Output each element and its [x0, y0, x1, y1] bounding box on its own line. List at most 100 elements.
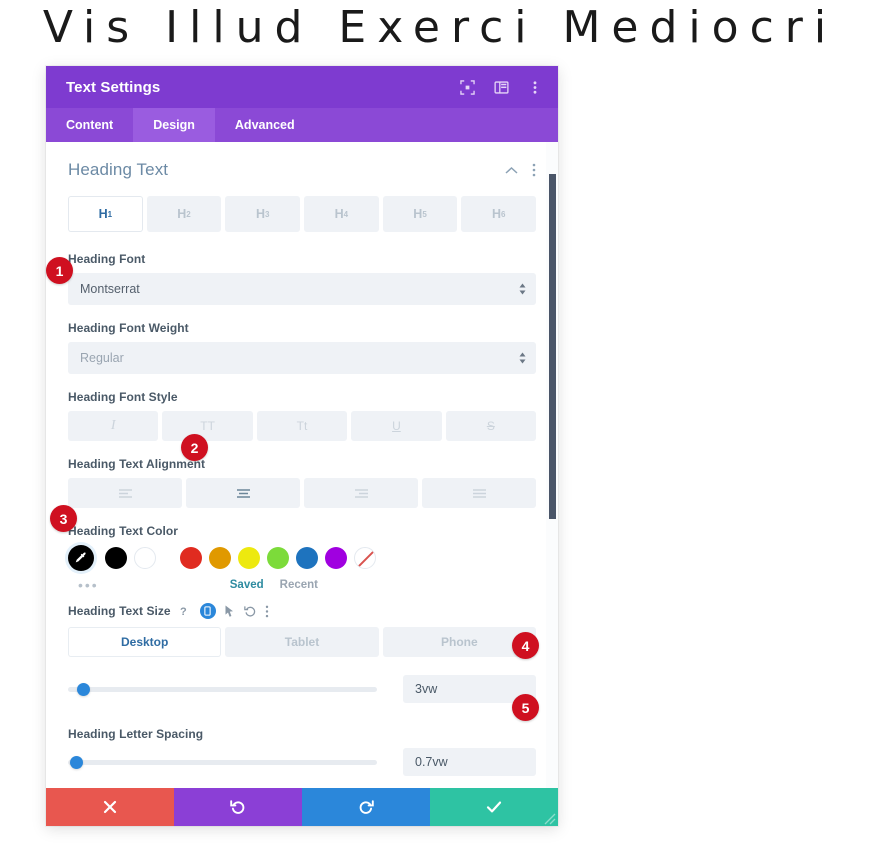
heading-level-h4-label: H: [334, 207, 344, 221]
heading-level-h1-label: H: [98, 207, 108, 221]
heading-level-h4[interactable]: H4: [304, 196, 379, 232]
device-tab-tablet[interactable]: Tablet: [225, 627, 379, 657]
modal-tabs: Content Design Advanced: [46, 108, 558, 142]
heading-level-h1-sub: 1: [107, 209, 113, 219]
color-meta-row: ••• Saved Recent: [68, 577, 536, 593]
tab-design[interactable]: Design: [133, 108, 215, 142]
text-settings-modal: Text Settings Content Design Advanced He…: [46, 66, 558, 826]
heading-letter-spacing-slider[interactable]: [68, 753, 377, 771]
more-colors-icon[interactable]: •••: [78, 578, 99, 592]
step-badge-2: 2: [181, 434, 208, 461]
heading-level-h2[interactable]: H2: [146, 196, 222, 232]
scrollbar-thumb[interactable]: [549, 174, 556, 519]
section-actions: [505, 163, 536, 177]
align-left-button[interactable]: [68, 478, 182, 508]
align-right-button[interactable]: [304, 478, 418, 508]
step-badge-4: 4: [512, 632, 539, 659]
heading-level-h2-sub: 2: [186, 209, 191, 219]
heading-font-weight-label: Heading Font Weight: [68, 321, 189, 335]
heading-level-h2-label: H: [177, 207, 187, 221]
heading-text-size-control: 3vw: [68, 675, 536, 703]
section-more-options-icon[interactable]: [532, 163, 536, 177]
align-center-icon: [236, 488, 251, 499]
heading-level-h5[interactable]: H5: [382, 196, 458, 232]
align-justify-button[interactable]: [422, 478, 536, 508]
slider-knob[interactable]: [77, 682, 91, 696]
swatch-green[interactable]: [267, 547, 289, 569]
swatch-yellow[interactable]: [238, 547, 260, 569]
heading-text-size-label: Heading Text Size: [68, 604, 171, 618]
align-left-icon: [118, 488, 133, 499]
uppercase-icon: TT: [200, 419, 215, 433]
resize-handle[interactable]: [540, 809, 556, 825]
select-caret-icon: [519, 283, 526, 295]
reset-icon[interactable]: [243, 605, 256, 617]
font-style-uppercase-button[interactable]: TT: [162, 411, 253, 441]
heading-level-h6[interactable]: H6: [461, 196, 537, 232]
align-center-button[interactable]: [186, 478, 300, 508]
field-heading-letter-spacing: Heading Letter Spacing 0.7vw: [68, 727, 536, 776]
device-tabs: Desktop Tablet Phone: [68, 627, 536, 657]
heading-level-h5-label: H: [413, 207, 423, 221]
more-options-icon[interactable]: [526, 78, 544, 96]
font-style-strikethrough-button[interactable]: S: [445, 411, 537, 441]
heading-level-h3[interactable]: H3: [225, 196, 301, 232]
step-badge-1: 1: [46, 257, 73, 284]
color-swatch-row: [68, 545, 536, 571]
font-style-italic-button[interactable]: I: [68, 411, 159, 441]
responsive-icon[interactable]: [199, 603, 216, 619]
align-justify-icon: [472, 488, 487, 499]
heading-font-select[interactable]: Montserrat: [68, 273, 536, 305]
heading-level-group: H1 H2 H3 H4 H5 H6: [68, 196, 537, 232]
heading-text-size-slider[interactable]: [68, 680, 377, 698]
eyedropper-swatch[interactable]: [68, 545, 94, 571]
recent-colors-link[interactable]: Recent: [280, 579, 318, 591]
heading-level-h1[interactable]: H1: [68, 196, 143, 232]
expand-icon[interactable]: [458, 78, 476, 96]
field-heading-font-weight: Heading Font Weight Regular: [68, 321, 536, 374]
cancel-button[interactable]: [46, 788, 174, 826]
saved-colors-link[interactable]: Saved: [230, 579, 264, 591]
font-style-underline-button[interactable]: U: [351, 411, 442, 441]
step-badge-3: 3: [50, 505, 77, 532]
strikethrough-icon: S: [486, 419, 495, 433]
heading-text-alignment-options: [68, 478, 536, 508]
heading-level-h4-sub: 4: [343, 209, 349, 219]
swatch-none[interactable]: [354, 547, 376, 569]
hover-cursor-icon[interactable]: [225, 605, 235, 617]
swatch-black[interactable]: [105, 547, 127, 569]
slider-rail: [68, 686, 377, 692]
slider-knob[interactable]: [69, 755, 83, 769]
swatch-white[interactable]: [134, 547, 156, 569]
field-heading-font-style: Heading Font Style I TT Tt U S: [68, 390, 537, 441]
heading-font-weight-value: Regular: [80, 351, 124, 365]
modal-footer: [46, 788, 558, 826]
heading-letter-spacing-input[interactable]: 0.7vw: [403, 748, 536, 776]
select-caret-icon: [519, 352, 526, 364]
font-style-capitalize-button[interactable]: Tt: [256, 411, 348, 441]
heading-font-weight-select[interactable]: Regular: [68, 342, 536, 374]
page-root: Vis Illud Exerci Mediocri Text Settings: [0, 0, 880, 864]
heading-text-alignment-label: Heading Text Alignment: [68, 457, 206, 471]
modal-header-icons: [458, 78, 544, 96]
modal-header: Text Settings: [46, 66, 558, 108]
field-heading-text-color: Heading Text Color ••• Saved Recent: [68, 524, 536, 593]
settings-scrollbar[interactable]: [546, 142, 558, 788]
save-button[interactable]: [430, 788, 558, 826]
chevron-up-icon[interactable]: [505, 166, 518, 175]
device-tab-desktop[interactable]: Desktop: [68, 627, 222, 657]
swatch-orange[interactable]: [209, 547, 231, 569]
heading-font-label: Heading Font: [68, 252, 146, 266]
swatch-blue[interactable]: [296, 547, 318, 569]
section-title: Heading Text: [68, 160, 169, 179]
more-options-icon[interactable]: [265, 605, 269, 618]
help-icon[interactable]: ?: [180, 605, 191, 618]
undo-button[interactable]: [174, 788, 302, 826]
redo-button[interactable]: [302, 788, 430, 826]
tab-advanced[interactable]: Advanced: [215, 108, 315, 142]
swatch-red[interactable]: [180, 547, 202, 569]
swatch-purple[interactable]: [325, 547, 347, 569]
align-right-icon: [354, 488, 369, 499]
layout-toggle-icon[interactable]: [492, 78, 510, 96]
tab-content[interactable]: Content: [46, 108, 133, 142]
